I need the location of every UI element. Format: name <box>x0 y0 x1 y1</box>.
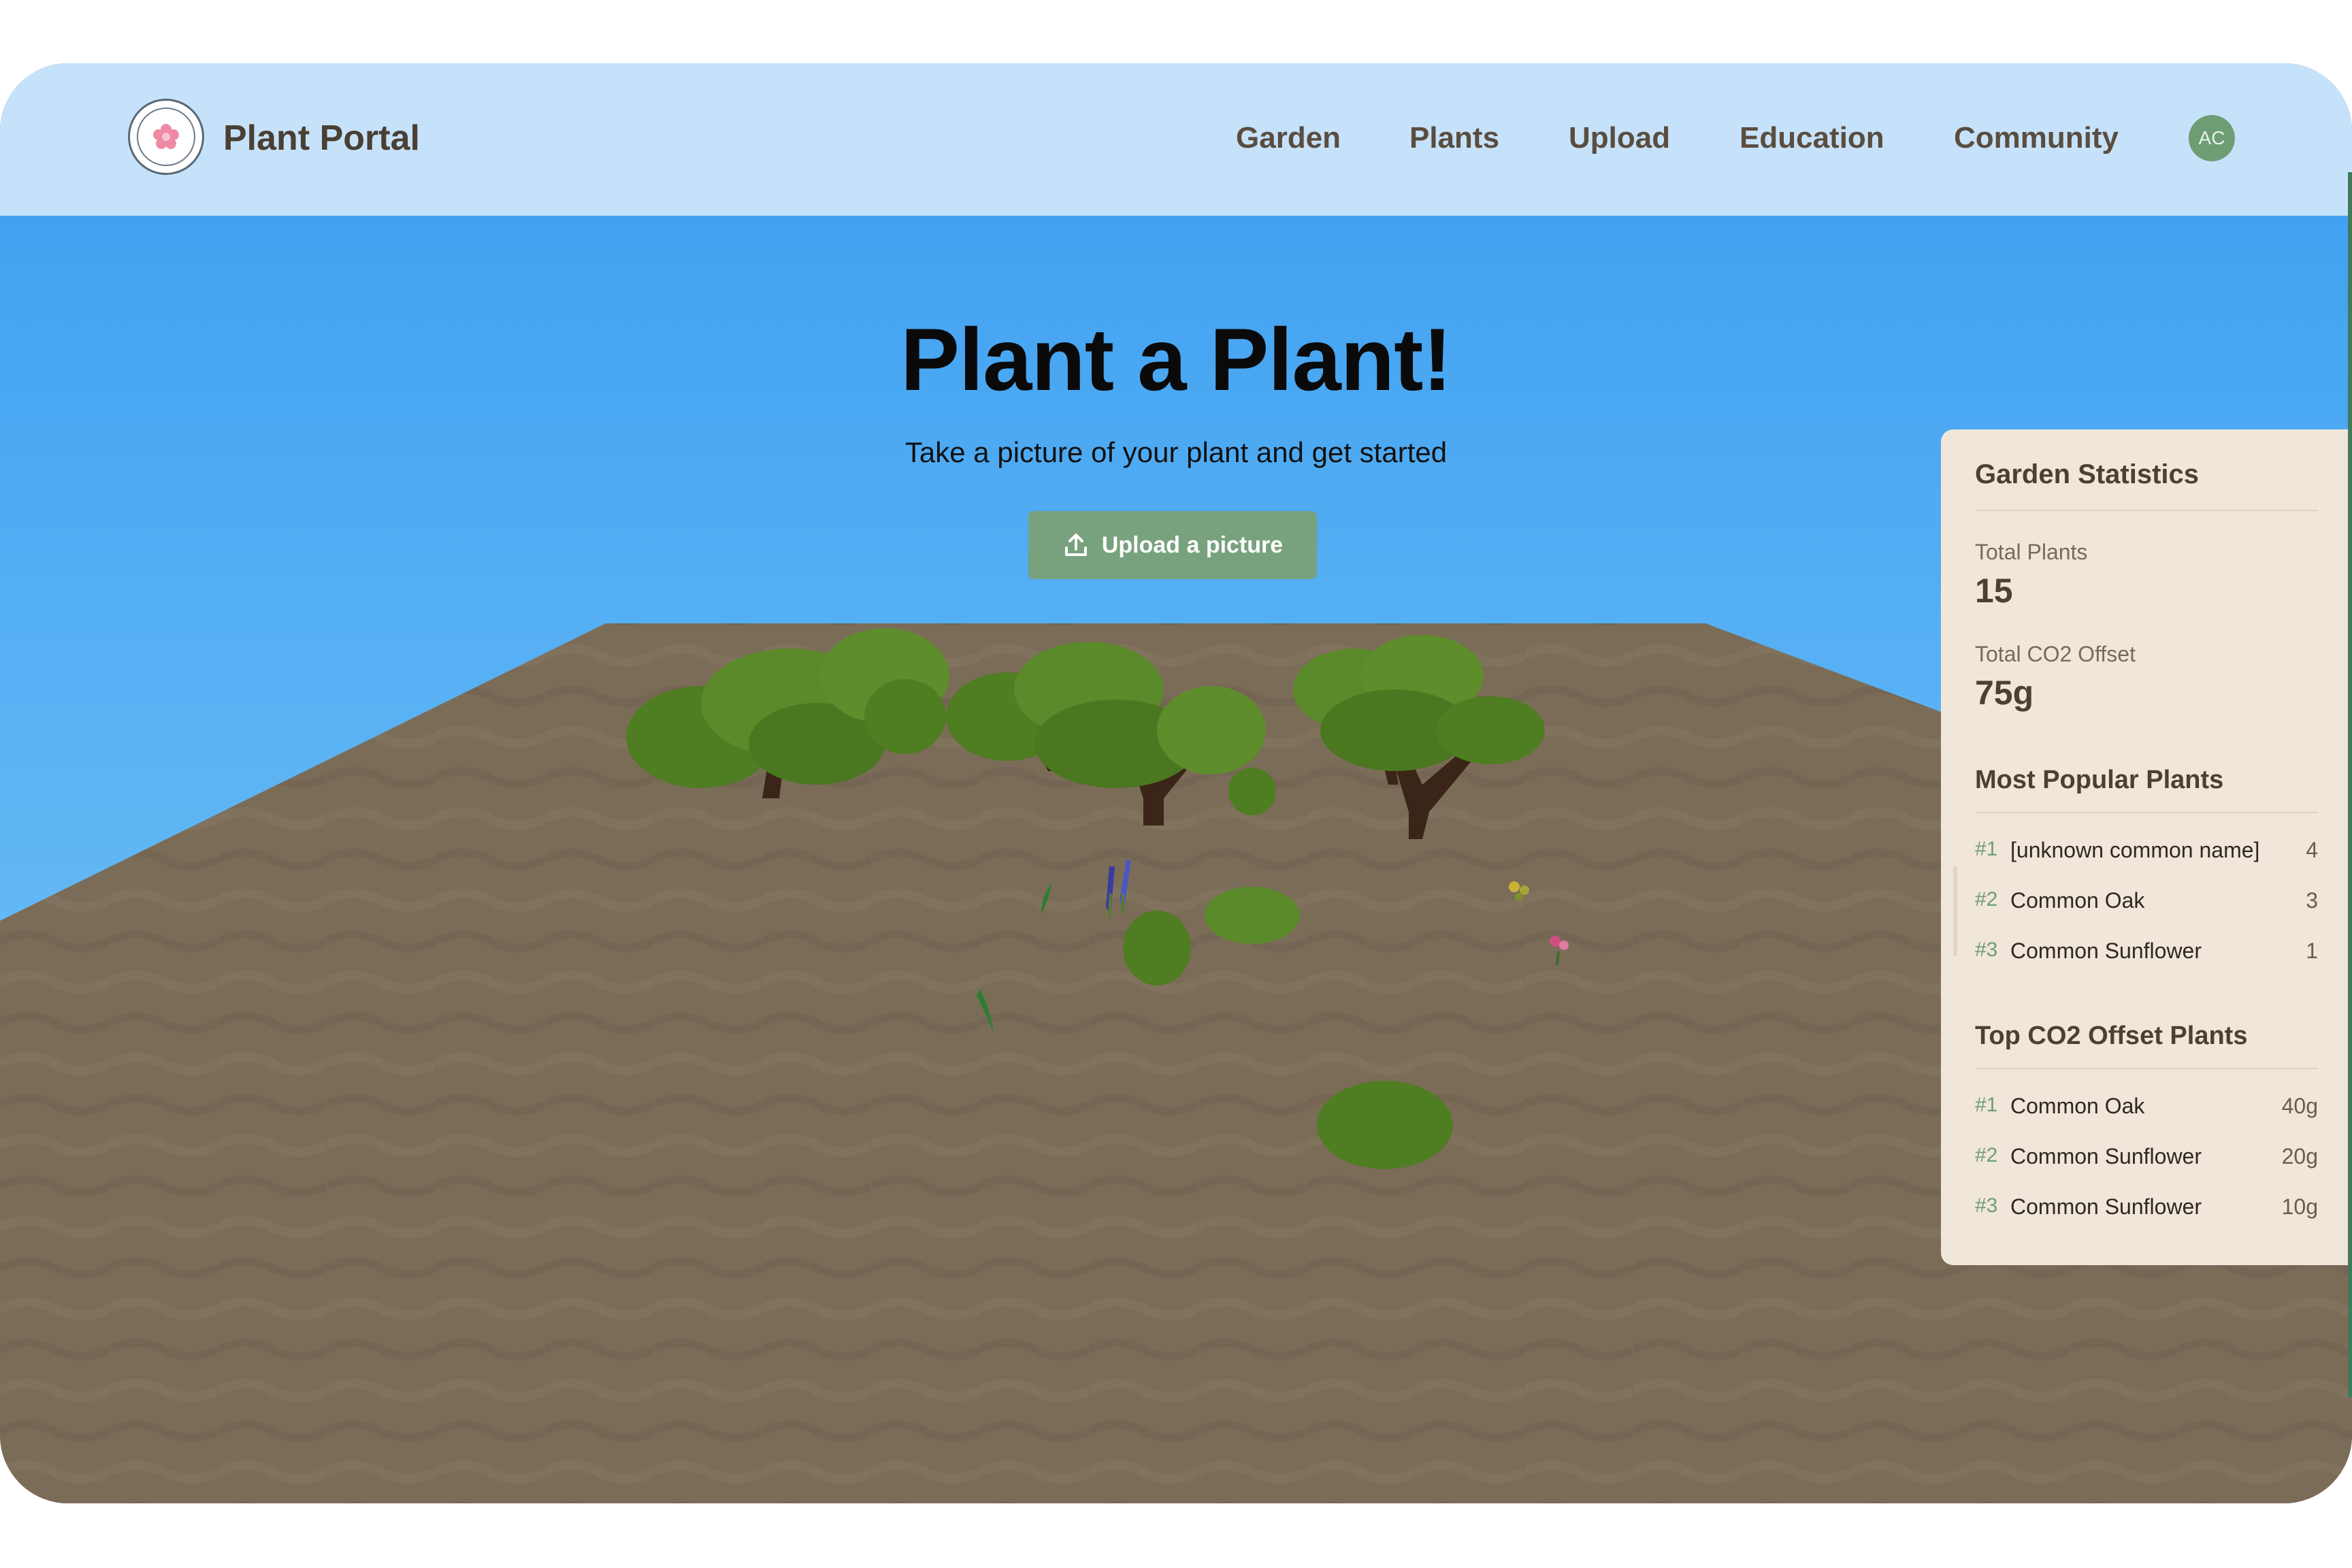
nav-education[interactable]: Education <box>1740 104 1884 172</box>
stats-title: Garden Statistics <box>1975 459 2200 489</box>
plant-name: [unknown common name] <box>2010 838 2260 862</box>
upload-picture-button[interactable]: Upload a picture <box>1028 511 1317 579</box>
rank: #2 <box>1975 1144 1998 1166</box>
nav-upload[interactable]: Upload <box>1569 104 1670 172</box>
flower-badge-icon[interactable] <box>128 99 204 175</box>
divider <box>1975 510 2318 511</box>
popular-row[interactable]: #2 Common Oak 3 <box>1975 888 2318 929</box>
rank: #3 <box>1975 1194 1998 1217</box>
rank: #3 <box>1975 938 1998 961</box>
rank: #1 <box>1975 838 1998 860</box>
nav-garden[interactable]: Garden <box>1236 104 1341 172</box>
plant-name: Common Sunflower <box>2010 1144 2202 1169</box>
nav-community[interactable]: Community <box>1954 104 2119 172</box>
scrollbar[interactable] <box>1953 866 1957 956</box>
count: 4 <box>2306 838 2318 862</box>
co2-value: 20g <box>2281 1144 2318 1169</box>
top-navbar: Plant Portal Garden Plants Upload Educat… <box>0 63 2352 216</box>
co2-value: 40g <box>2281 1094 2318 1118</box>
total-plants-label: Total Plants <box>1975 540 2088 564</box>
plant-name: Common Sunflower <box>2010 938 2202 963</box>
plant-name: Common Sunflower <box>2010 1194 2202 1219</box>
total-co2-label: Total CO2 Offset <box>1975 642 2136 666</box>
divider <box>1975 812 2318 813</box>
co2-row[interactable]: #3 Common Sunflower 10g <box>1975 1194 2318 1235</box>
rank: #2 <box>1975 888 1998 911</box>
garden-statistics-panel: Garden Statistics Total Plants 15 Total … <box>1941 429 2352 1265</box>
count: 3 <box>2306 888 2318 913</box>
shrub-front[interactable] <box>1317 1081 1453 1169</box>
co2-row[interactable]: #1 Common Oak 40g <box>1975 1094 2318 1134</box>
nav-plants[interactable]: Plants <box>1409 104 1499 172</box>
avatar[interactable]: AC <box>2189 115 2235 161</box>
popular-row[interactable]: #3 Common Sunflower 1 <box>1975 938 2318 979</box>
rank: #1 <box>1975 1094 1998 1116</box>
total-plants-value: 15 <box>1975 572 2013 610</box>
total-co2-value: 75g <box>1975 674 2034 712</box>
popular-plants-title: Most Popular Plants <box>1975 766 2224 794</box>
brand-title[interactable]: Plant Portal <box>223 104 420 172</box>
co2-value: 10g <box>2281 1194 2318 1219</box>
co2-plants-title: Top CO2 Offset Plants <box>1975 1022 2248 1050</box>
hero-title: Plant a Plant! <box>900 310 1452 409</box>
upload-icon <box>1064 534 1087 556</box>
plant-name: Common Oak <box>2010 1094 2145 1118</box>
upload-button-label: Upload a picture <box>1101 532 1284 558</box>
divider <box>1975 1068 2318 1069</box>
co2-row[interactable]: #2 Common Sunflower 20g <box>1975 1144 2318 1185</box>
app-window: Plant Portal Garden Plants Upload Educat… <box>0 63 2352 1503</box>
popular-row[interactable]: #1 [unknown common name] 4 <box>1975 838 2318 879</box>
count: 1 <box>2306 938 2318 963</box>
plant-name: Common Oak <box>2010 888 2145 913</box>
